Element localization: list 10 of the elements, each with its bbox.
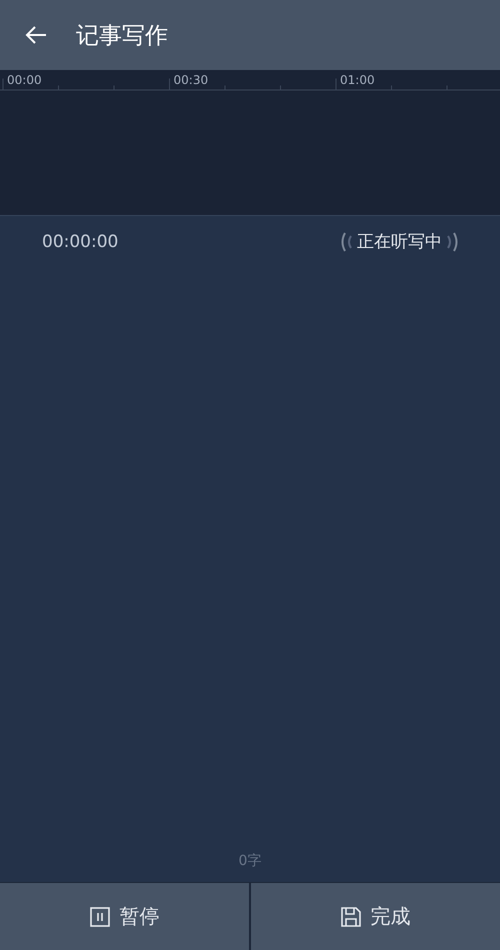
back-arrow-icon bbox=[24, 25, 48, 45]
time-label: 00:30 bbox=[174, 73, 210, 87]
pause-icon bbox=[90, 906, 110, 926]
save-icon bbox=[340, 906, 360, 926]
time-label: 01:00 bbox=[340, 73, 376, 87]
dictation-status: 正在听写中 bbox=[357, 231, 442, 253]
screen-title: 记事写作 bbox=[76, 22, 168, 50]
word-count: 0字 bbox=[238, 852, 262, 870]
elapsed-time: 00:00:00 bbox=[42, 232, 118, 252]
time-label: 00:00 bbox=[7, 73, 43, 87]
